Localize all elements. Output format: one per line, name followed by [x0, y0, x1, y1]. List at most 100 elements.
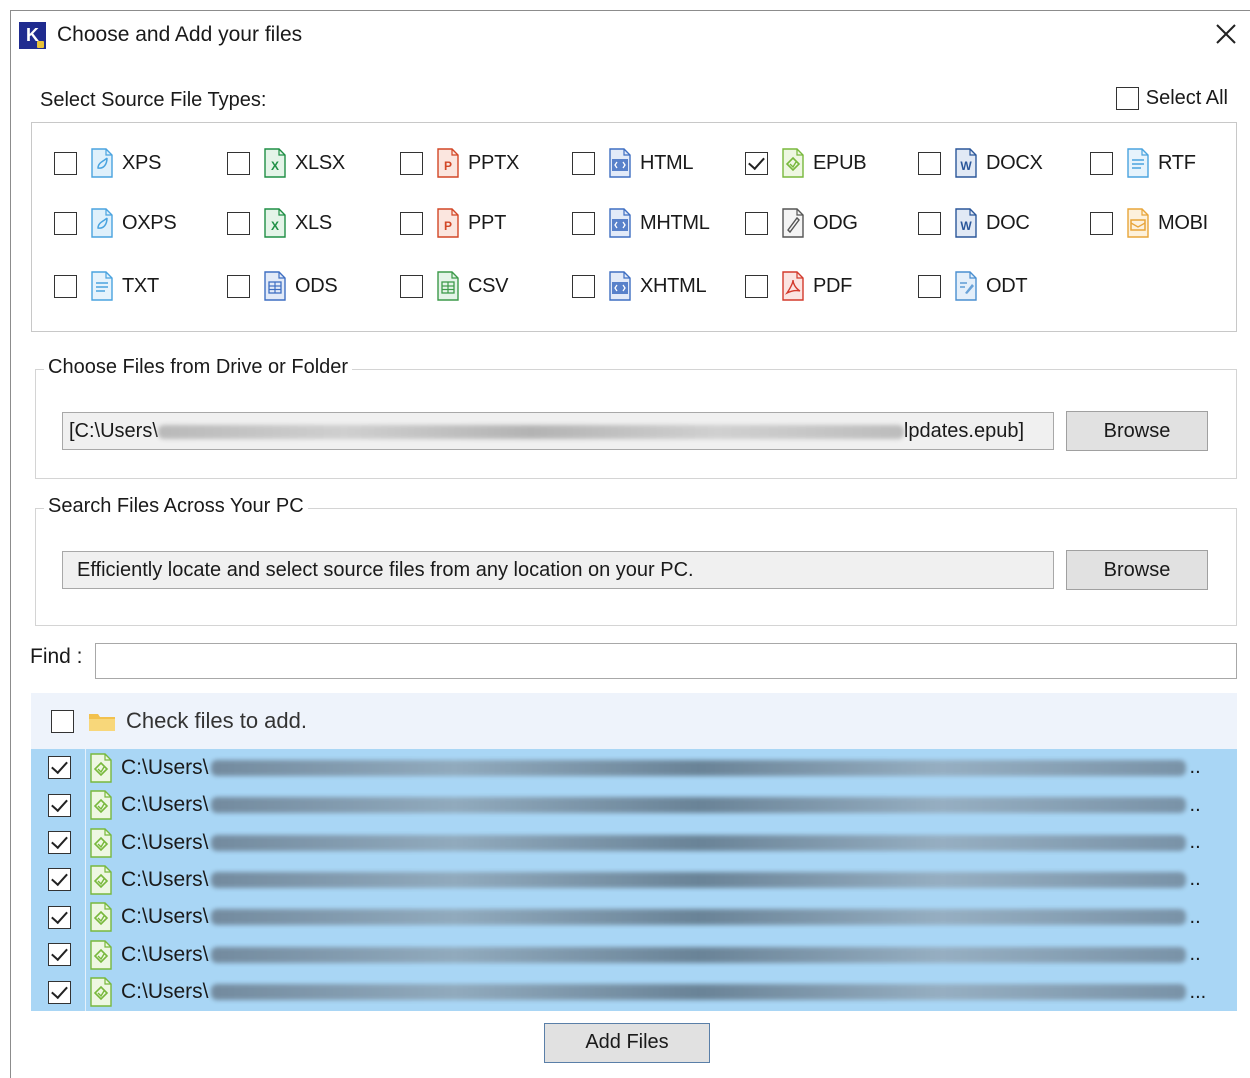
file-type-mobi-label: MOBI	[1158, 211, 1208, 234]
svg-text:W: W	[960, 219, 972, 233]
file-type-oxps-checkbox[interactable]	[54, 211, 77, 235]
redacted-path	[210, 909, 1186, 926]
file-type-html[interactable]: HTML	[572, 147, 694, 179]
file-row-checkbox[interactable]	[48, 793, 71, 817]
file-type-odg-checkbox[interactable]	[745, 211, 768, 235]
file-type-xlsx-checkbox[interactable]	[227, 151, 250, 175]
redacted-path	[210, 797, 1186, 814]
browse-drive-button[interactable]: Browse	[1066, 411, 1208, 451]
search-pc-field[interactable]: Efficiently locate and select source fil…	[62, 551, 1054, 589]
file-type-pptx-label: PPTX	[468, 151, 520, 174]
find-label: Find :	[30, 645, 83, 668]
file-type-mobi[interactable]: MOBI	[1090, 207, 1208, 239]
mobi-file-icon	[1126, 208, 1150, 238]
word-file-icon: W	[954, 148, 978, 178]
close-button[interactable]	[1211, 19, 1241, 49]
file-type-ppt-checkbox[interactable]	[400, 211, 423, 235]
file-row[interactable]: C:\Users\ ..	[31, 824, 1237, 862]
file-type-pptx-checkbox[interactable]	[400, 151, 423, 175]
file-row-checkbox[interactable]	[48, 831, 71, 855]
drive-folder-group: Choose Files from Drive or Folder [C:\Us…	[35, 356, 1237, 479]
drive-folder-group-title: Choose Files from Drive or Folder	[44, 356, 353, 379]
file-type-rtf[interactable]: RTF	[1090, 147, 1196, 179]
file-row-checkbox[interactable]	[48, 980, 71, 1004]
file-type-docx[interactable]: W DOCX	[918, 147, 1043, 179]
file-row-path-prefix: C:\Users\	[121, 755, 209, 779]
file-type-epub-checkbox[interactable]	[745, 151, 768, 175]
file-type-mobi-checkbox[interactable]	[1090, 211, 1113, 235]
file-type-oxps[interactable]: OXPS	[54, 207, 177, 239]
file-type-html-checkbox[interactable]	[572, 151, 595, 175]
add-files-button[interactable]: Add Files	[544, 1023, 710, 1063]
file-type-csv-checkbox[interactable]	[400, 274, 423, 298]
file-type-html-label: HTML	[640, 151, 694, 174]
file-type-txt[interactable]: TXT	[54, 270, 159, 302]
file-type-xhtml-label: XHTML	[640, 274, 707, 297]
file-type-odg[interactable]: ODG	[745, 207, 858, 239]
file-rows: C:\Users\ .. C:\Users\ .. C:\Users\ .. C…	[31, 749, 1237, 1011]
file-list-header-label: Check files to add.	[126, 708, 307, 733]
file-type-pptx[interactable]: P PPTX	[400, 147, 519, 179]
file-type-csv[interactable]: CSV	[400, 270, 509, 302]
file-type-xlsx[interactable]: X XLSX	[227, 147, 345, 179]
drive-path-field[interactable]: [C:\Users\ lpdates.epub]	[62, 412, 1054, 450]
title-bar: K Choose and Add your files	[11, 11, 1250, 59]
file-row[interactable]: C:\Users\ ..	[31, 899, 1237, 937]
find-input[interactable]	[95, 643, 1237, 679]
epub-file-icon	[89, 827, 113, 858]
select-all-box[interactable]	[1115, 87, 1139, 110]
text-file-icon	[90, 271, 114, 301]
file-row-ellipsis: ..	[1189, 905, 1201, 928]
file-type-pdf-label: PDF	[813, 274, 853, 297]
file-row-path-prefix: C:\Users\	[121, 867, 209, 891]
file-row-ellipsis: ..	[1189, 793, 1201, 816]
file-row[interactable]: C:\Users\ ..	[31, 861, 1237, 899]
file-row-checkbox[interactable]	[48, 905, 71, 929]
browse-search-button[interactable]: Browse	[1066, 550, 1208, 590]
file-row-path-prefix: C:\Users\	[121, 830, 209, 854]
file-type-pdf[interactable]: PDF	[745, 270, 852, 302]
file-type-xps[interactable]: XPS	[54, 147, 161, 179]
file-type-pdf-checkbox[interactable]	[745, 274, 768, 298]
file-types-panel: XPS X XLSX P PPTX HTML EPUB W DOCX RTF O…	[31, 122, 1237, 332]
source-types-label: Select Source File Types:	[40, 89, 267, 111]
file-row-ellipsis: ..	[1189, 756, 1201, 779]
select-all-checkbox[interactable]: Select All	[1115, 87, 1228, 110]
file-type-xhtml[interactable]: XHTML	[572, 270, 707, 302]
file-row-path-prefix: C:\Users\	[121, 793, 209, 817]
file-type-docx-checkbox[interactable]	[918, 151, 941, 175]
file-type-odt-checkbox[interactable]	[918, 274, 941, 298]
file-type-ppt[interactable]: P PPT	[400, 207, 506, 239]
redacted-path	[210, 834, 1186, 851]
file-type-odt[interactable]: ODT	[918, 270, 1028, 302]
excel-file-icon: X	[263, 148, 287, 178]
file-type-doc-checkbox[interactable]	[918, 211, 941, 235]
file-type-mhtml-checkbox[interactable]	[572, 211, 595, 235]
file-type-doc[interactable]: W DOC	[918, 207, 1030, 239]
ods-file-icon	[263, 271, 287, 301]
file-row[interactable]: C:\Users\ ..	[31, 936, 1237, 974]
file-row[interactable]: C:\Users\ ..	[31, 786, 1237, 824]
file-type-rtf-checkbox[interactable]	[1090, 151, 1113, 175]
file-row-checkbox[interactable]	[48, 868, 71, 892]
file-type-xls-checkbox[interactable]	[227, 211, 250, 235]
file-row[interactable]: C:\Users\ ...	[31, 973, 1237, 1011]
file-row-checkbox[interactable]	[48, 943, 71, 967]
file-row-ellipsis: ..	[1189, 831, 1201, 854]
file-row[interactable]: C:\Users\ ..	[31, 749, 1237, 787]
file-type-ods-checkbox[interactable]	[227, 274, 250, 298]
file-type-txt-checkbox[interactable]	[54, 274, 77, 298]
file-type-mhtml[interactable]: MHTML	[572, 207, 710, 239]
file-type-doc-label: DOC	[986, 211, 1030, 234]
file-type-epub[interactable]: EPUB	[745, 147, 867, 179]
file-row-ellipsis: ..	[1189, 943, 1201, 966]
html-file-icon	[608, 148, 632, 178]
svg-text:X: X	[271, 219, 279, 233]
file-type-xps-checkbox[interactable]	[54, 151, 77, 175]
file-row-checkbox[interactable]	[48, 756, 71, 780]
epub-file-icon	[89, 865, 113, 895]
file-type-xls[interactable]: X XLS	[227, 207, 332, 239]
file-type-xhtml-checkbox[interactable]	[572, 274, 595, 298]
file-type-ods[interactable]: ODS	[227, 270, 338, 302]
check-all-files-checkbox[interactable]	[51, 709, 74, 733]
